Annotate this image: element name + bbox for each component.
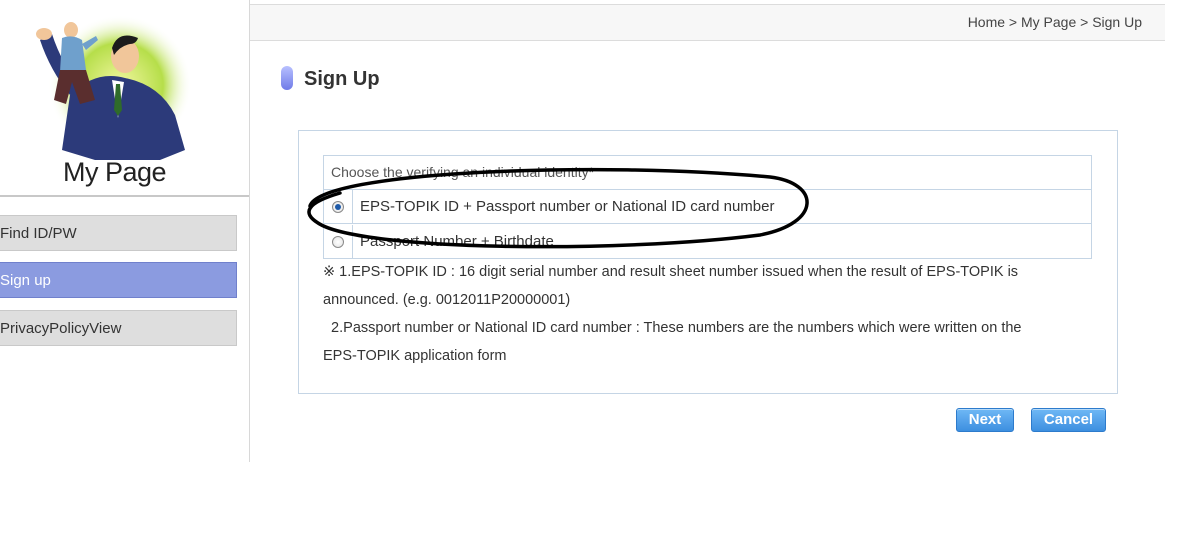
- top-bar: Home > My Page > Sign Up: [250, 4, 1165, 41]
- sidebar-item-sign-up[interactable]: Sign up: [0, 262, 237, 298]
- breadcrumb: Home > My Page > Sign Up: [967, 14, 1142, 30]
- note-line-4: EPS-TOPIK application form: [323, 348, 507, 364]
- my-page-banner: My Page: [0, 0, 249, 197]
- next-button[interactable]: Next: [956, 408, 1014, 432]
- sidebar: My Page Find ID/PW Sign up PrivacyPolicy…: [0, 0, 250, 462]
- option-row-passport[interactable]: Passport Number + Birthdate: [324, 225, 1091, 259]
- radio-cell: [324, 190, 353, 223]
- page-title: Sign Up: [304, 68, 380, 90]
- option-label-passport: Passport Number + Birthdate: [360, 233, 554, 250]
- option-label-eps-topik: EPS-TOPIK ID + Passport number or Nation…: [360, 198, 775, 215]
- note-line-3: 2.Passport number or National ID card nu…: [323, 320, 1022, 336]
- option-row-eps-topik[interactable]: EPS-TOPIK ID + Passport number or Nation…: [324, 190, 1091, 224]
- cancel-button[interactable]: Cancel: [1031, 408, 1106, 432]
- radio-passport-birthdate[interactable]: [332, 236, 344, 248]
- title-bullet-icon: [281, 66, 293, 90]
- my-page-title: My Page: [63, 157, 167, 187]
- note-line-1: ※ 1.EPS-TOPIK ID : 16 digit serial numbe…: [323, 264, 1019, 280]
- options-header: Choose the verifying an individual ident…: [324, 156, 1091, 190]
- radio-cell: [324, 225, 353, 259]
- sidebar-item-find-id-pw[interactable]: Find ID/PW: [0, 215, 237, 251]
- sidebar-item-privacy-policy[interactable]: PrivacyPolicyView: [0, 310, 237, 346]
- note-line-2: announced. (e.g. 0012011P20000001): [323, 292, 571, 308]
- radio-eps-topik-id[interactable]: [332, 201, 344, 213]
- identity-options-table: Choose the verifying an individual ident…: [323, 155, 1092, 259]
